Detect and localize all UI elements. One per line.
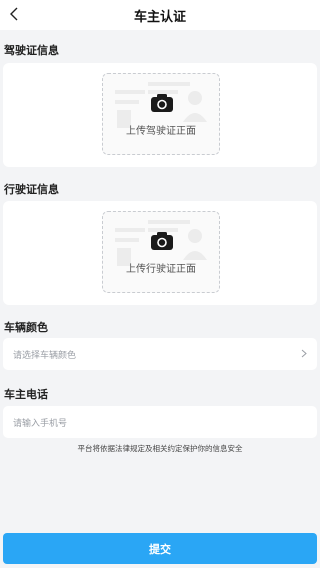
license-upload-label: 上传驾驶证正面 [126, 126, 196, 137]
camera-icon [151, 94, 173, 112]
id-card-placeholder-icon [115, 220, 207, 266]
phone-input-placeholder: 请输入手机号 [13, 419, 68, 429]
vehicle-color-select[interactable]: 请选择车辆颜色 [3, 338, 317, 370]
registration-section-title: 行驶证信息 [4, 183, 59, 196]
page-title: 车主认证 [133, 10, 186, 25]
color-section-title: 车辆颜色 [4, 321, 48, 334]
registration-card: 上传行驶证正面 [3, 201, 317, 305]
registration-upload-label: 上传行驶证正面 [126, 264, 196, 275]
vehicle-color-placeholder: 请选择车辆颜色 [13, 351, 77, 361]
submit-button[interactable]: 提交 [3, 533, 317, 564]
id-card-placeholder-icon [115, 82, 207, 128]
camera-icon [151, 232, 173, 250]
license-card: 上传驾驶证正面 [3, 63, 317, 167]
privacy-notice: 平台将依据法律规定及相关约定保护你的信息安全 [77, 444, 243, 453]
registration-upload-box[interactable]: 上传行驶证正面 [102, 211, 220, 293]
chevron-right-icon [301, 349, 307, 358]
license-section-title: 驾驶证信息 [4, 44, 59, 57]
phone-section-title: 车主电话 [4, 388, 48, 401]
nav-bar: 车主认证 [0, 0, 320, 30]
phone-input[interactable]: 请输入手机号 [3, 406, 317, 438]
license-upload-box[interactable]: 上传驾驶证正面 [102, 73, 220, 155]
